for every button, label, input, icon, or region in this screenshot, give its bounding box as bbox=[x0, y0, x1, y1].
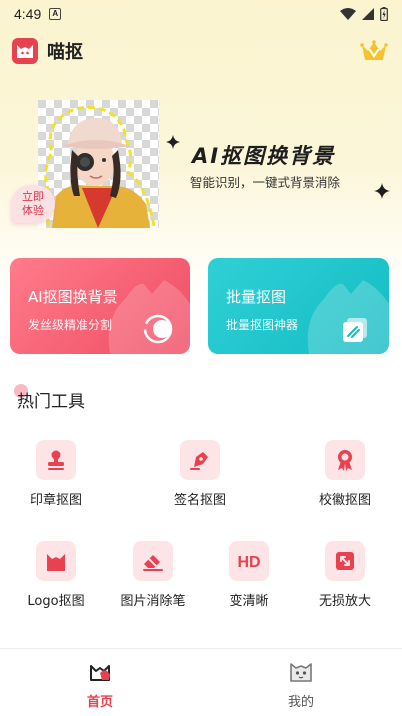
tool-enhance-clarity[interactable]: HD 变清晰 bbox=[204, 541, 294, 609]
stamp-icon bbox=[48, 450, 64, 470]
eraser-icon bbox=[143, 555, 163, 571]
tool-label: 印章抠图 bbox=[29, 493, 82, 508]
tool-tile bbox=[325, 440, 365, 480]
tool-school-badge-cutout[interactable]: 校徽抠图 bbox=[300, 440, 390, 508]
home-icon bbox=[90, 665, 110, 681]
nav-me[interactable]: 我的 bbox=[261, 659, 341, 710]
signature-pen-icon bbox=[190, 452, 208, 470]
app-title: 喵抠 bbox=[47, 42, 83, 63]
section-title: 热门工具 bbox=[17, 392, 85, 412]
nav-home[interactable]: 首页 bbox=[60, 659, 140, 710]
hero-title: AI抠图换背景 bbox=[192, 144, 336, 168]
cat-logo-icon bbox=[47, 554, 65, 571]
tool-label: 无损放大 bbox=[318, 594, 371, 609]
tool-label: 变清晰 bbox=[229, 594, 269, 609]
tool-tile bbox=[36, 541, 76, 581]
card-subtitle: 发丝级精准分割 bbox=[28, 318, 113, 332]
hd-icon: HD bbox=[237, 554, 260, 571]
nav-home-label: 首页 bbox=[86, 695, 113, 710]
enlarge-icon bbox=[336, 552, 354, 570]
cat-profile-icon bbox=[290, 663, 312, 682]
tool-signature-cutout[interactable]: 签名抠图 bbox=[155, 440, 245, 508]
ai-cutout-card[interactable]: AI抠图换背景 发丝级精准分割 bbox=[10, 258, 190, 354]
wifi-icon bbox=[340, 8, 356, 20]
try-now-badge[interactable]: 立即 体验 bbox=[11, 185, 55, 223]
tool-label: 图片消除笔 bbox=[120, 594, 186, 609]
hero-cutout-image bbox=[38, 100, 159, 228]
status-icons bbox=[340, 7, 388, 21]
battery-icon bbox=[380, 7, 388, 21]
status-bar: 4:49 A bbox=[0, 0, 402, 28]
app-logo-icon bbox=[12, 38, 38, 64]
batch-layers-icon bbox=[343, 318, 367, 342]
svg-text:HD: HD bbox=[237, 554, 260, 571]
card-title: AI抠图换背景 bbox=[28, 288, 118, 306]
tool-stamp-cutout[interactable]: 印章抠图 bbox=[11, 440, 101, 508]
sparkle-icon bbox=[166, 135, 180, 149]
tool-tile bbox=[36, 440, 76, 480]
tool-tile bbox=[180, 440, 220, 480]
app-header: 喵抠 bbox=[12, 36, 388, 66]
tool-image-eraser[interactable]: 图片消除笔 bbox=[108, 541, 198, 609]
bottom-nav: 首页 我的 bbox=[0, 648, 402, 716]
hero-subtitle: 智能识别，一键式背景消除 bbox=[190, 175, 341, 190]
card-title: 批量抠图 bbox=[226, 288, 287, 306]
tool-tile bbox=[133, 541, 173, 581]
batch-cutout-card[interactable]: 批量抠图 批量抠图神器 bbox=[208, 258, 389, 354]
try-now-line2: 体验 bbox=[22, 204, 44, 217]
sparkle-icon bbox=[374, 183, 390, 199]
toggle-circle-icon bbox=[143, 314, 173, 344]
try-now-line1: 立即 bbox=[22, 190, 44, 203]
sim-icon: A bbox=[49, 8, 62, 20]
tool-label: 签名抠图 bbox=[173, 493, 226, 508]
card-subtitle: 批量抠图神器 bbox=[226, 318, 299, 332]
tool-tile bbox=[325, 541, 365, 581]
tool-label: Logo抠图 bbox=[27, 594, 85, 609]
vip-crown-icon[interactable] bbox=[360, 39, 388, 63]
tool-label: 校徽抠图 bbox=[318, 493, 371, 508]
status-time: 4:49 bbox=[14, 6, 42, 22]
signal-icon bbox=[362, 8, 374, 20]
tool-tile: HD bbox=[229, 541, 269, 581]
tool-lossless-enlarge[interactable]: 无损放大 bbox=[300, 541, 390, 609]
tool-logo-cutout[interactable]: Logo抠图 bbox=[11, 541, 101, 609]
badge-icon bbox=[338, 450, 352, 471]
nav-me-label: 我的 bbox=[287, 695, 314, 710]
